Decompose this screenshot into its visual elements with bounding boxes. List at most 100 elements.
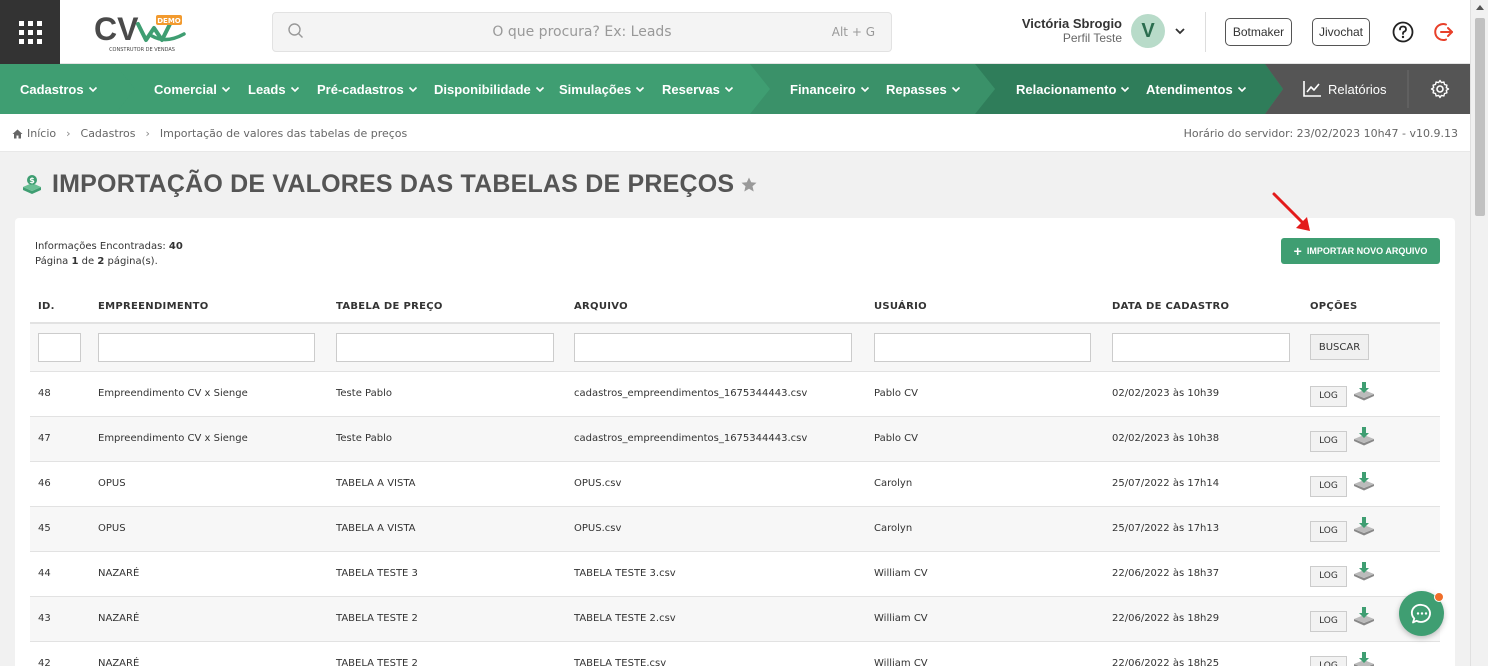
found-count: 40 (168, 241, 183, 252)
log-button[interactable]: LOG (1310, 611, 1347, 632)
cell-tabela: TABELA A VISTA (328, 506, 566, 552)
filter-tabela-input[interactable] (336, 332, 554, 362)
table-row: 43 NAZARÉ TABELA TESTE 2 TABELA TESTE 2.… (30, 596, 1440, 642)
logo[interactable]: CV DEMO CONSTRUTOR DE VENDAS (94, 10, 190, 54)
help-icon[interactable] (1392, 21, 1414, 43)
jivochat-button[interactable]: Jivochat (1312, 18, 1370, 46)
nav-pre-cadastros[interactable]: Pré-cadastros (317, 64, 418, 114)
cell-data: 25/07/2022 às 17h14 (1104, 461, 1302, 507)
page-header: $ IMPORTAÇÃO DE VALORES DAS TABELAS DE P… (20, 170, 758, 199)
cell-arquivo: OPUS.csv (566, 506, 866, 552)
download-icon[interactable] (1352, 425, 1376, 447)
filter-empreendimento-input[interactable] (98, 332, 315, 362)
logo-badge: DEMO (157, 17, 181, 25)
cell-tabela: TABELA TESTE 2 (328, 641, 566, 666)
cell-data: 02/02/2023 às 10h38 (1104, 416, 1302, 462)
cell-opcoes: LOG (1302, 551, 1440, 597)
nav-cadastros[interactable]: Cadastros (20, 64, 98, 114)
logout-icon[interactable] (1433, 21, 1455, 43)
import-new-file-button[interactable]: + IMPORTAR NOVO ARQUIVO (1281, 238, 1440, 264)
nav-label: Cadastros (20, 81, 84, 97)
cell-id: 47 (30, 416, 90, 462)
apps-menu-button[interactable] (0, 0, 60, 64)
nav-label: Atendimentos (1146, 81, 1233, 97)
nav-comercial[interactable]: Comercial (154, 64, 231, 114)
line-chart-icon (1303, 81, 1321, 97)
table-row: 45 OPUS TABELA A VISTA OPUS.csv Carolyn … (30, 506, 1440, 552)
filter-row: BUSCAR (30, 323, 1440, 372)
col-usuario[interactable]: USUÁRIO (866, 290, 1104, 324)
download-icon[interactable] (1352, 560, 1376, 582)
cell-opcoes: LOG (1302, 416, 1440, 462)
table-row: 46 OPUS TABELA A VISTA OPUS.csv Carolyn … (30, 461, 1440, 507)
botmaker-button[interactable]: Botmaker (1225, 18, 1292, 46)
nav-repasses[interactable]: Repasses (886, 64, 961, 114)
nav-relacionamento[interactable]: Relacionamento (1016, 64, 1130, 114)
scroll-up-arrow[interactable] (1476, 5, 1484, 10)
logo-text: CV (94, 11, 139, 47)
nav-simulacoes[interactable]: Simulações (559, 64, 645, 114)
filter-id-input[interactable] (38, 332, 81, 362)
nav-financeiro[interactable]: Financeiro (790, 64, 870, 114)
chevron-down-icon (951, 86, 960, 93)
col-id[interactable]: ID. (30, 290, 90, 324)
col-empreendimento[interactable]: EMPREENDIMENTO (90, 290, 328, 324)
log-button[interactable]: LOG (1310, 566, 1347, 587)
download-icon[interactable] (1352, 380, 1376, 402)
download-icon[interactable] (1352, 515, 1376, 537)
col-arquivo[interactable]: ARQUIVO (566, 290, 866, 324)
svg-text:$: $ (29, 176, 35, 185)
cell-usuario: Carolyn (866, 461, 1104, 507)
cell-arquivo: cadastros_empreendimentos_1675344443.csv (566, 371, 866, 417)
nav-relatorios[interactable]: Relatórios (1302, 64, 1387, 114)
cell-id: 43 (30, 596, 90, 642)
scroll-thumb[interactable] (1475, 18, 1485, 216)
chevron-down-icon (88, 86, 97, 93)
log-button[interactable]: LOG (1310, 386, 1347, 407)
cell-usuario: Carolyn (866, 506, 1104, 552)
search-icon (288, 23, 303, 38)
found-label: Informações Encontradas: (35, 241, 166, 252)
cell-id: 42 (30, 641, 90, 666)
star-icon[interactable] (740, 176, 758, 194)
page-scrollbar[interactable] (1470, 0, 1488, 666)
grid-icon (18, 20, 42, 44)
log-button[interactable]: LOG (1310, 521, 1347, 542)
nav-label: Comercial (154, 81, 217, 97)
cell-empreendimento: NAZARÉ (90, 596, 328, 642)
log-button[interactable]: LOG (1310, 431, 1347, 452)
col-tabela[interactable]: TABELA DE PREÇO (328, 290, 566, 324)
avatar[interactable]: V (1131, 14, 1165, 48)
search-button[interactable]: BUSCAR (1310, 334, 1369, 361)
breadcrumb-cadastros[interactable]: Cadastros (81, 127, 136, 140)
download-icon[interactable] (1352, 605, 1376, 627)
gear-icon (1430, 79, 1450, 99)
global-search-input[interactable]: O que procura? Ex: Leads Alt + G (272, 12, 892, 52)
chevron-down-icon[interactable] (1174, 25, 1186, 37)
nav-leads[interactable]: Leads (248, 64, 300, 114)
server-time: Horário do servidor: 23/02/2023 10h47 - … (1183, 127, 1458, 140)
log-button[interactable]: LOG (1310, 656, 1347, 666)
cell-arquivo: TABELA TESTE 2.csv (566, 596, 866, 642)
nav-disponibilidade[interactable]: Disponibilidade (434, 64, 545, 114)
download-icon[interactable] (1352, 650, 1376, 666)
filter-arquivo-input[interactable] (574, 332, 852, 362)
download-icon[interactable] (1352, 470, 1376, 492)
log-button[interactable]: LOG (1310, 476, 1347, 497)
nav-atendimentos[interactable]: Atendimentos (1146, 64, 1247, 114)
page-current: 1 (71, 256, 79, 267)
user-info[interactable]: Victória Sbrogio Perfil Teste (1000, 16, 1122, 45)
cell-tabela: TABELA A VISTA (328, 461, 566, 507)
filter-data-input[interactable] (1112, 332, 1290, 362)
table-header-row: ID. EMPREENDIMENTO TABELA DE PREÇO ARQUI… (30, 290, 1440, 324)
table-row: 47 Empreendimento CV x Sienge Teste Pabl… (30, 416, 1440, 462)
filter-usuario-input[interactable] (874, 332, 1091, 362)
nav-label: Repasses (886, 81, 947, 97)
breadcrumb-home[interactable]: Início (27, 127, 56, 140)
col-data[interactable]: DATA DE CADASTRO (1104, 290, 1302, 324)
nav-label: Pré-cadastros (317, 81, 404, 97)
top-bar: CV DEMO CONSTRUTOR DE VENDAS O que procu… (0, 0, 1470, 64)
nav-label: Relatórios (1328, 81, 1387, 97)
settings-button[interactable] (1426, 64, 1450, 114)
nav-reservas[interactable]: Reservas (662, 64, 734, 114)
